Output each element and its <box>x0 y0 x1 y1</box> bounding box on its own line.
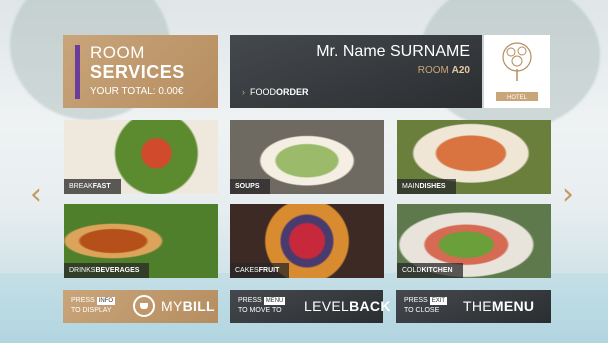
chevron-left-icon[interactable]: ‹ <box>30 180 42 210</box>
breadcrumb-b: ORDER <box>276 87 309 97</box>
chevron-right-icon: › <box>242 87 245 97</box>
back-hint: PRESS MENU TO MOVE TO <box>238 297 286 314</box>
tile-main-dishes[interactable]: MAINDISHES <box>397 120 551 194</box>
tile-cold-kitchen[interactable]: COLDKITCHEN <box>397 204 551 278</box>
bill-label: MYBILL <box>161 298 215 314</box>
tile-label: BREAKFAST <box>64 179 121 194</box>
tile-label: COLDKITCHEN <box>397 263 463 278</box>
info-key: INFO <box>96 297 116 305</box>
tile-soups[interactable]: SOUPS <box>230 120 384 194</box>
total-label: YOUR TOTAL: 0.00€ <box>90 86 184 97</box>
hotel-logo: HOTEL <box>484 35 550 108</box>
accent-bar <box>75 45 80 99</box>
room-label: ROOM <box>417 65 449 76</box>
menu-key: MENU <box>263 297 286 305</box>
room-services-panel: ROOM SERVICES YOUR TOTAL: 0.00€ <box>63 35 218 108</box>
tile-breakfast[interactable]: BREAKFAST <box>64 120 218 194</box>
bill-hint: PRESS INFO TO DISPLAY <box>71 297 116 314</box>
room-number: ROOM A20 <box>418 65 470 76</box>
room-value: A20 <box>451 65 470 76</box>
menu-label: THEMENU <box>463 298 535 314</box>
cup-icon <box>133 295 155 317</box>
title-line2: SERVICES <box>90 62 185 82</box>
tile-cakes-fruit[interactable]: CAKESFRUIT <box>230 204 384 278</box>
menu-hint: PRESS EXIT TO CLOSE <box>404 297 448 314</box>
exit-key: EXIT <box>429 297 448 305</box>
title-line1: ROOM <box>90 43 145 62</box>
level-back-button[interactable]: PRESS MENU TO MOVE TO LEVELBACK <box>230 290 390 323</box>
tile-label: MAINDISHES <box>397 179 456 194</box>
tile-drinks-beverages[interactable]: DRINKSBEVERAGES <box>64 204 218 278</box>
breadcrumb: › FOODORDER <box>242 87 309 97</box>
close-menu-button[interactable]: PRESS EXIT TO CLOSE THEMENU <box>396 290 551 323</box>
tile-label: SOUPS <box>230 179 270 194</box>
guest-panel: Mr. Name SURNAME ROOM A20 › FOODORDER <box>230 35 482 108</box>
chevron-right-icon[interactable]: › <box>562 180 574 210</box>
guest-name: Mr. Name SURNAME <box>316 43 470 60</box>
back-label: LEVELBACK <box>304 298 391 314</box>
tile-label: CAKESFRUIT <box>230 263 290 278</box>
tile-label: DRINKSBEVERAGES <box>64 263 150 278</box>
breadcrumb-a: FOOD <box>250 87 276 97</box>
my-bill-button[interactable]: PRESS INFO TO DISPLAY MYBILL <box>63 290 218 323</box>
logo-text: HOTEL <box>507 95 528 101</box>
